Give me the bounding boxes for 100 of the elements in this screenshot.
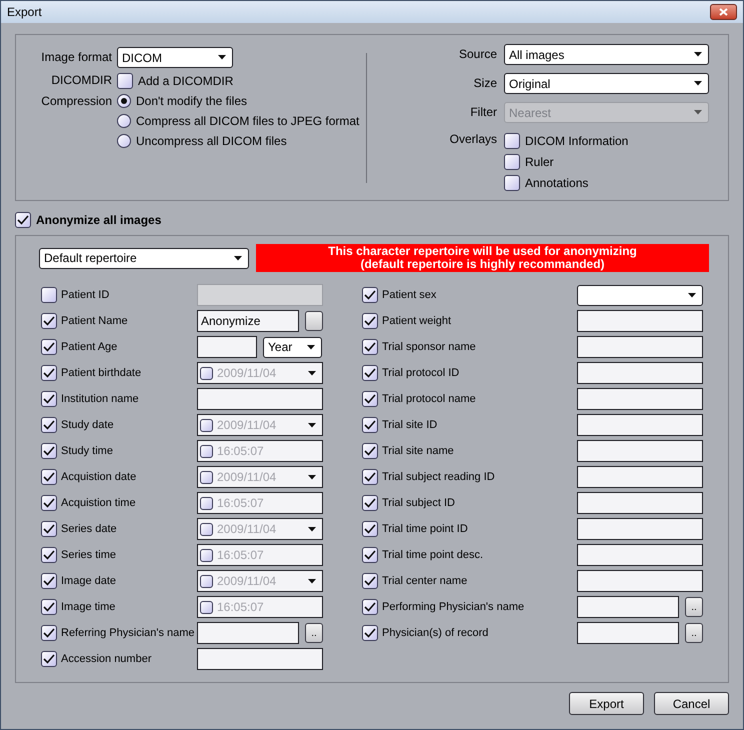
checkbox[interactable] xyxy=(200,600,213,614)
checkbox[interactable] xyxy=(41,391,57,407)
browse-button[interactable]: .. xyxy=(305,623,323,643)
input-field[interactable] xyxy=(577,336,703,358)
checkbox[interactable] xyxy=(362,365,378,381)
input-field[interactable] xyxy=(197,622,299,644)
dropdown[interactable]: Year xyxy=(263,336,322,358)
checkbox[interactable] xyxy=(41,313,57,329)
checkbox[interactable] xyxy=(362,547,378,563)
dropdown[interactable]: Default repertoire xyxy=(39,248,249,268)
checkbox[interactable] xyxy=(117,72,133,88)
dialog-button[interactable]: Cancel xyxy=(654,692,729,715)
input-field[interactable] xyxy=(197,388,323,410)
dialog-button[interactable]: Export xyxy=(569,692,644,715)
input-field[interactable] xyxy=(577,310,703,332)
checkbox[interactable] xyxy=(41,287,57,303)
input-field[interactable] xyxy=(577,544,703,566)
field-label: Patient Age xyxy=(61,340,118,355)
input-field[interactable] xyxy=(577,440,703,462)
field-label: Trial subject reading ID xyxy=(382,470,496,485)
browse-button[interactable] xyxy=(305,311,323,331)
field-label: Study date xyxy=(61,418,115,433)
dropdown[interactable]: All images xyxy=(504,44,709,65)
input-field[interactable]: Anonymize xyxy=(197,310,299,332)
input-field[interactable] xyxy=(577,362,703,384)
radio-button[interactable] xyxy=(117,94,131,108)
field-label: Patient sex xyxy=(382,288,438,303)
checkbox[interactable] xyxy=(362,417,378,433)
checkbox[interactable] xyxy=(362,599,378,615)
input-field[interactable] xyxy=(577,388,703,410)
checkbox[interactable] xyxy=(41,469,57,485)
input-field[interactable] xyxy=(577,492,703,514)
checkbox[interactable] xyxy=(41,573,57,589)
field-label: Trial site ID xyxy=(382,418,438,433)
field-label: Physician(s) of record xyxy=(382,626,490,641)
caret-icon xyxy=(308,474,316,480)
checkbox[interactable] xyxy=(41,625,57,641)
field-label: Size xyxy=(472,75,497,92)
dropdown[interactable]: Original xyxy=(504,73,709,94)
checkbox[interactable] xyxy=(200,522,213,536)
checkbox[interactable] xyxy=(15,212,31,228)
checkbox[interactable] xyxy=(41,417,57,433)
checkbox[interactable] xyxy=(362,573,378,589)
checkbox[interactable] xyxy=(200,366,213,380)
checkbox[interactable] xyxy=(41,443,57,459)
checkbox[interactable] xyxy=(504,174,520,190)
radio-button[interactable] xyxy=(117,134,131,148)
input-field[interactable] xyxy=(577,414,703,436)
checkbox[interactable] xyxy=(41,339,57,355)
warning-banner: This character repertoire will be used for anonymizing (default repertoire is highly recommanded) xyxy=(256,244,709,272)
browse-button[interactable]: .. xyxy=(685,597,703,617)
field-label: Accession number xyxy=(61,652,152,667)
checkbox[interactable] xyxy=(362,443,378,459)
checkbox[interactable] xyxy=(362,287,378,303)
radio-button[interactable] xyxy=(117,114,131,128)
input-field[interactable] xyxy=(197,336,257,358)
checkbox[interactable] xyxy=(200,470,213,484)
checkbox[interactable] xyxy=(200,574,213,588)
caret-icon xyxy=(307,344,315,350)
checkbox-label: Ruler xyxy=(525,154,554,170)
input-field[interactable] xyxy=(577,570,703,592)
input-field[interactable] xyxy=(577,466,703,488)
checkbox[interactable] xyxy=(362,391,378,407)
checkbox[interactable] xyxy=(362,469,378,485)
close-button[interactable] xyxy=(710,4,737,20)
checkbox[interactable] xyxy=(41,495,57,511)
checkbox-label: Annotations xyxy=(525,174,588,192)
checkbox[interactable] xyxy=(41,365,57,381)
checkbox[interactable] xyxy=(41,651,57,667)
radio-label: Uncompress all DICOM files xyxy=(136,133,287,150)
checkbox[interactable] xyxy=(362,625,378,641)
caret-icon xyxy=(308,526,316,532)
field-label: Trial sponsor name xyxy=(382,340,477,355)
field-label: Compression xyxy=(40,93,112,110)
field-label: Acquistion time xyxy=(61,496,137,511)
checkbox[interactable] xyxy=(362,313,378,329)
caret-icon xyxy=(308,370,316,376)
input-field[interactable] xyxy=(577,518,703,540)
input-field[interactable] xyxy=(577,596,679,618)
checkbox[interactable] xyxy=(362,521,378,537)
field-label: Overlays xyxy=(448,131,497,148)
dropdown[interactable] xyxy=(577,284,703,306)
browse-button[interactable]: .. xyxy=(685,623,703,643)
input-field[interactable] xyxy=(197,648,323,670)
checkbox[interactable] xyxy=(362,339,378,355)
checkbox[interactable] xyxy=(200,418,213,432)
dropdown[interactable]: DICOM xyxy=(117,47,233,68)
input-field[interactable] xyxy=(577,622,679,644)
checkbox[interactable] xyxy=(41,521,57,537)
checkbox[interactable] xyxy=(200,444,213,458)
field-label: Trial center name xyxy=(382,574,468,589)
close-icon xyxy=(719,8,728,16)
radio-label: Compress all DICOM files to JPEG format xyxy=(136,113,360,130)
checkbox[interactable] xyxy=(200,496,213,510)
checkbox[interactable] xyxy=(200,548,213,562)
checkbox[interactable] xyxy=(504,132,520,148)
checkbox[interactable] xyxy=(41,547,57,563)
checkbox[interactable] xyxy=(504,154,520,170)
checkbox[interactable] xyxy=(41,599,57,615)
checkbox[interactable] xyxy=(362,495,378,511)
